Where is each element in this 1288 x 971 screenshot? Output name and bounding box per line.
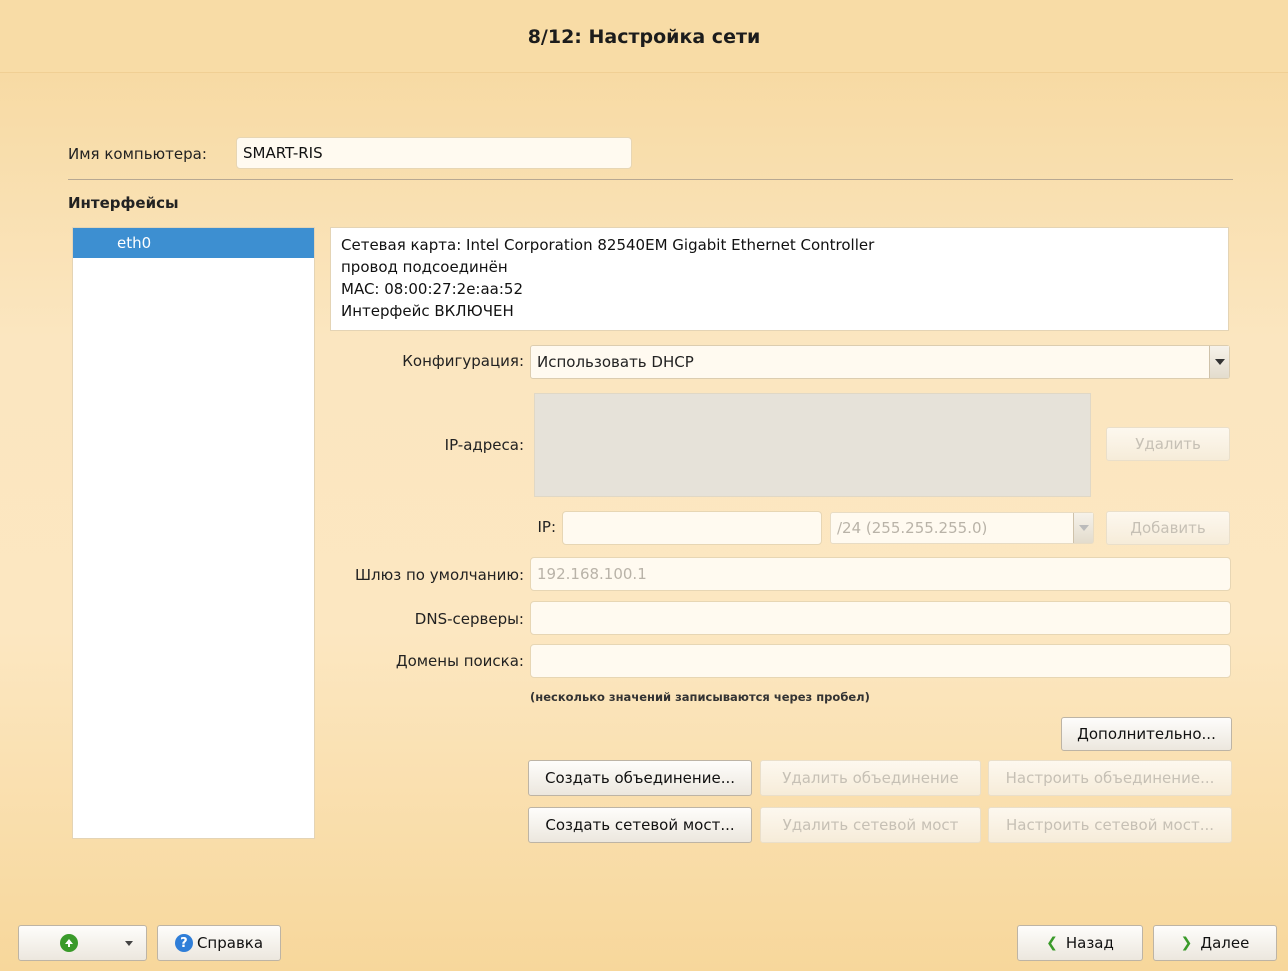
next-button[interactable]: ❯ Далее bbox=[1153, 925, 1277, 961]
create-bridge-button[interactable]: Создать сетевой мост... bbox=[528, 807, 752, 843]
advanced-button[interactable]: Дополнительно... bbox=[1061, 717, 1232, 751]
interfaces-title: Интерфейсы bbox=[68, 194, 179, 212]
up-arrow-icon bbox=[60, 934, 78, 952]
chevron-down-icon bbox=[125, 940, 133, 946]
back-button-label: Назад bbox=[1065, 934, 1114, 952]
netmask-value: /24 (255.255.255.0) bbox=[837, 519, 988, 537]
delete-ip-button[interactable]: Удалить bbox=[1106, 427, 1230, 461]
help-button-label: Справка bbox=[196, 934, 264, 952]
ip-address-list[interactable] bbox=[534, 393, 1091, 497]
configure-bridge-button[interactable]: Настроить сетевой мост... bbox=[988, 807, 1232, 843]
info-network-card: Сетевая карта: Intel Corporation 82540EM… bbox=[341, 236, 875, 254]
dns-input[interactable] bbox=[530, 601, 1231, 635]
ip-input[interactable] bbox=[562, 511, 822, 545]
chevron-right-icon: ❯ bbox=[1180, 935, 1193, 951]
configure-bond-button[interactable]: Настроить объединение... bbox=[988, 760, 1232, 796]
info-interface-state: Интерфейс ВКЛЮЧЕН bbox=[341, 302, 514, 320]
add-ip-button[interactable]: Добавить bbox=[1106, 511, 1230, 545]
next-button-label: Далее bbox=[1200, 934, 1250, 952]
hostname-input[interactable]: SMART-RIS bbox=[236, 137, 632, 169]
info-link-status: провод подсоединён bbox=[341, 258, 508, 276]
dns-label: DNS-серверы: bbox=[414, 610, 524, 628]
netmask-select[interactable]: /24 (255.255.255.0) bbox=[830, 512, 1094, 544]
search-domains-label: Домены поиска: bbox=[395, 652, 524, 670]
chevron-left-icon: ❮ bbox=[1046, 935, 1058, 951]
up-menu-button[interactable] bbox=[18, 925, 147, 961]
interface-item-eth0[interactable]: eth0 bbox=[73, 228, 314, 258]
config-select[interactable]: Использовать DHCP bbox=[530, 345, 1230, 379]
divider bbox=[68, 179, 1233, 180]
ip-addresses-label: IP-адреса: bbox=[444, 436, 524, 454]
hostname-label: Имя компьютера: bbox=[68, 145, 207, 163]
interface-item-label: eth0 bbox=[117, 234, 152, 252]
delete-bond-button[interactable]: Удалить объединение bbox=[760, 760, 981, 796]
chevron-down-icon bbox=[1073, 513, 1093, 543]
back-button[interactable]: ❮ Назад bbox=[1017, 925, 1143, 961]
config-label: Конфигурация: bbox=[402, 352, 524, 370]
search-hint: (несколько значений записываются через п… bbox=[530, 690, 870, 704]
interface-info: Сетевая карта: Intel Corporation 82540EM… bbox=[330, 227, 1229, 331]
config-value: Использовать DHCP bbox=[537, 353, 694, 371]
delete-bridge-button[interactable]: Удалить сетевой мост bbox=[760, 807, 981, 843]
gateway-input[interactable]: 192.168.100.1 bbox=[530, 557, 1231, 591]
help-icon: ? bbox=[174, 934, 193, 952]
gateway-label: Шлюз по умолчанию: bbox=[355, 566, 524, 584]
page-title: 8/12: Настройка сети bbox=[527, 26, 761, 48]
help-button[interactable]: ? Справка bbox=[157, 925, 281, 961]
chevron-down-icon bbox=[1209, 346, 1229, 378]
search-domains-input[interactable] bbox=[530, 644, 1231, 678]
up-button-area bbox=[19, 934, 119, 952]
ip-label: IP: bbox=[537, 518, 556, 536]
create-bond-button[interactable]: Создать объединение... bbox=[528, 760, 752, 796]
interface-list[interactable]: eth0 bbox=[72, 227, 315, 839]
info-mac: MAC: 08:00:27:2e:aa:52 bbox=[341, 280, 524, 298]
